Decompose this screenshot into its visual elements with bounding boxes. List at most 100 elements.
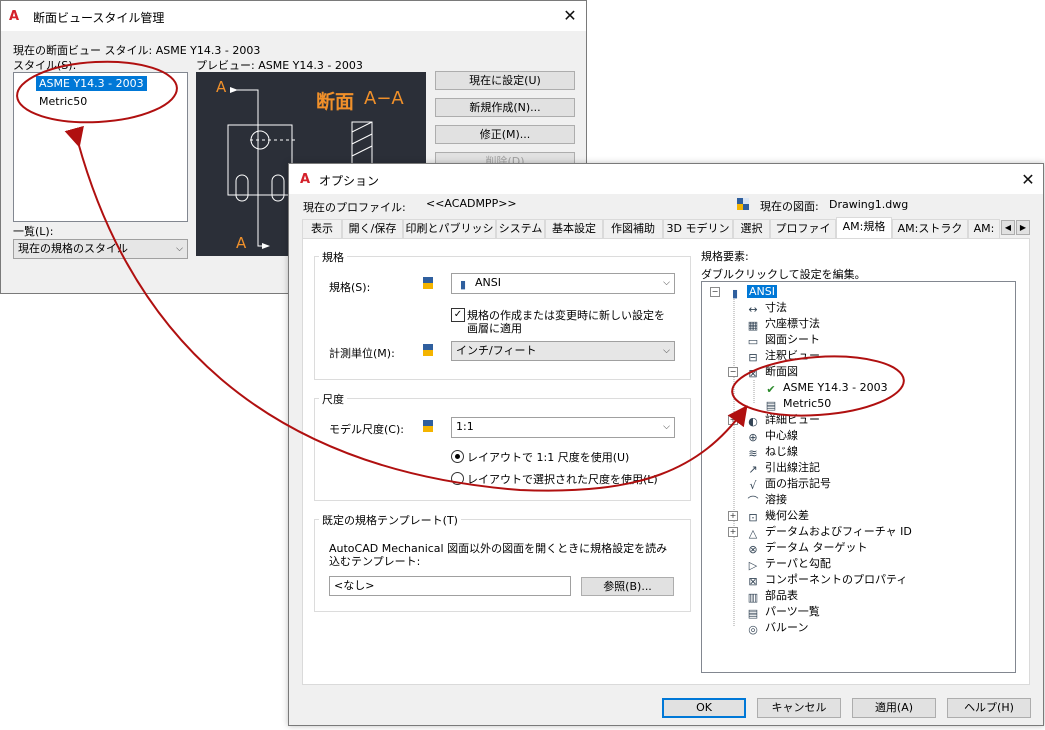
tab-drafting[interactable]: 作図補助 [603, 219, 663, 238]
autocad-logo-icon: A [300, 172, 311, 187]
options-dialog-titlebar: A オプション ✕ [289, 164, 1043, 194]
tree-item[interactable]: √ 面の指示記号 [746, 476, 831, 492]
tab-plot-publish[interactable]: 印刷とパブリッシュ [403, 219, 496, 252]
radio-layout-1to1[interactable] [451, 450, 464, 463]
cancel-button[interactable]: キャンセル [757, 698, 841, 718]
tab-selection[interactable]: 選択 [733, 219, 770, 238]
tree-item-label: 溶接 [765, 493, 787, 506]
tab-am-structure[interactable]: AM:ストラクチャ [892, 219, 968, 252]
annotation-view-icon: ⊟ [748, 351, 758, 364]
tree-item-label: 部品表 [765, 589, 798, 602]
tree-item[interactable]: ▥ 部品表 [746, 588, 798, 604]
list-filter-label: 一覧(L): [13, 225, 54, 238]
radio-layout-selected[interactable] [451, 472, 464, 485]
tree-item[interactable]: ◐ 詳細ビュー [746, 412, 820, 428]
tree-item[interactable]: ✔ ASME Y14.3 - 2003 [764, 380, 887, 396]
radio-layout-1to1-label: レイアウトで 1:1 尺度を使用(U) [467, 451, 630, 464]
drawing-label: 現在の図面: [760, 200, 819, 213]
units-combo[interactable]: インチ/フィート ⌵ [451, 341, 675, 361]
new-style-button[interactable]: 新規作成(N)... [435, 98, 575, 117]
tab-scroll-right-button[interactable]: ▶ [1016, 220, 1030, 235]
tab-system[interactable]: システム [496, 219, 545, 238]
drawing-sheet-icon: ▭ [747, 335, 759, 348]
tree-expand-icon[interactable]: + [728, 511, 738, 521]
tree-item[interactable]: ▭ 図面シート [746, 332, 820, 348]
balloon-icon: ◎ [748, 623, 758, 636]
scale-settings-icon [423, 420, 433, 432]
tree-item[interactable]: ↔ 寸法 [746, 300, 787, 316]
parts-list-icon: ▤ [747, 607, 759, 620]
dimension-icon: ↔ [748, 303, 758, 316]
browse-button[interactable]: 参照(B)... [581, 577, 674, 596]
styles-listbox[interactable]: ASME Y14.3 - 2003 Metric50 [13, 72, 188, 222]
tree-item[interactable]: ⊠ コンポーネントのプロパティ [746, 572, 907, 588]
tab-display[interactable]: 表示 [302, 219, 342, 238]
tab-user-preferences[interactable]: 基本設定 [545, 219, 603, 238]
standard-elements-tree[interactable]: − ▮ ANSI ↔ 寸法 ▦ 穴座標寸法 ▭ 図面シート ⊟ 注釈ビュー − ⊠ 断面図 ✔ ASME Y1… [701, 281, 1016, 673]
tree-item-label: 引出線注記 [765, 461, 820, 474]
close-icon[interactable]: ✕ [562, 8, 578, 24]
tree-item[interactable]: ▦ 穴座標寸法 [746, 316, 820, 332]
tree-item[interactable]: ▤ Metric50 [764, 396, 831, 412]
tree-item-label: 注釈ビュー [765, 349, 820, 362]
list-filter-combo[interactable]: 現在の規格のスタイル ⌵ [13, 239, 188, 259]
leader-note-icon: ↗ [748, 463, 758, 476]
tree-item[interactable]: ▤ パーツ一覧 [746, 604, 820, 620]
autocad-logo-icon: A [9, 9, 20, 24]
standard-combo[interactable]: ▮ ANSI ⌵ [451, 273, 675, 294]
standard-label: 規格(S): [329, 281, 371, 294]
section-view-icon: ⊠ [748, 367, 758, 380]
set-current-button[interactable]: 現在に設定(U) [435, 71, 575, 90]
tree-item[interactable]: ↗ 引出線注記 [746, 460, 820, 476]
apply-layers-checkbox[interactable]: ✓ [451, 308, 465, 322]
tree-item[interactable]: ◎ バルーン [746, 620, 808, 636]
tree-item-label: バルーン [765, 621, 809, 634]
style-item-metric50[interactable]: Metric50 [39, 94, 87, 109]
ok-button[interactable]: OK [662, 698, 746, 718]
tree-item-label: データム ターゲット [765, 541, 868, 554]
style-item-asme[interactable]: ASME Y14.3 - 2003 [36, 76, 147, 91]
tree-collapse-icon[interactable]: − [728, 367, 738, 377]
tree-item[interactable]: ⊟ 注釈ビュー [746, 348, 820, 364]
tree-item[interactable]: ▷ テーパと勾配 [746, 556, 831, 572]
styles-label: スタイル(S): [13, 59, 77, 72]
current-style-label: 現在の断面ビュー スタイル: ASME Y14.3 - 2003 [13, 44, 261, 57]
tree-item[interactable]: ⊗ データム ターゲット [746, 540, 868, 556]
tree-item-label: 中心線 [765, 429, 798, 442]
tree-item[interactable]: ⌒ 溶接 [746, 492, 788, 508]
tab-am-more[interactable]: AM:图 [968, 219, 1000, 238]
tab-am-standards[interactable]: AM:規格 [836, 217, 892, 239]
tree-item[interactable]: ▮ ANSI [728, 284, 777, 300]
tree-item[interactable]: ⊕ 中心線 [746, 428, 798, 444]
tree-collapse-icon[interactable]: − [710, 287, 720, 297]
tree-item[interactable]: ≋ ねじ線 [746, 444, 798, 460]
tree-expand-icon[interactable]: + [728, 415, 738, 425]
model-scale-combo[interactable]: 1:1 ⌵ [451, 417, 675, 438]
tree-item[interactable]: △ データムおよびフィーチャ ID [746, 524, 912, 540]
template-path-field[interactable]: <なし> [329, 576, 571, 596]
tree-expand-icon[interactable]: + [728, 527, 738, 537]
help-button[interactable]: ヘルプ(H) [947, 698, 1031, 718]
standard-group-title: 規格 [319, 249, 347, 265]
modify-style-button[interactable]: 修正(M)... [435, 125, 575, 144]
tree-item-label: 寸法 [765, 301, 787, 314]
close-icon[interactable]: ✕ [1020, 172, 1036, 188]
drawing-value: Drawing1.dwg [829, 198, 909, 211]
tab-scroll-left-button[interactable]: ◀ [1001, 220, 1015, 235]
tree-item-label: 詳細ビュー [765, 413, 820, 426]
tab-3d-modeling[interactable]: 3D モデリング [663, 219, 733, 252]
standard-icon: ▮ [459, 278, 467, 291]
standard-settings-icon [423, 277, 433, 289]
datum-feature-icon: △ [748, 527, 758, 540]
tab-open-save[interactable]: 開く/保存 [342, 219, 403, 238]
tree-item-label: 断面図 [765, 365, 798, 378]
tree-item-label: ANSI [747, 285, 777, 298]
options-dialog-title: オプション [319, 174, 380, 188]
tree-item[interactable]: ⊡ 幾何公差 [746, 508, 809, 524]
tree-item[interactable]: ⊠ 断面図 [746, 364, 798, 380]
elements-hint: ダブルクリックして設定を編集。 [701, 268, 866, 281]
weld-icon: ⌒ [747, 495, 759, 508]
tab-profiles[interactable]: プロファイル [770, 219, 836, 252]
apply-button[interactable]: 適用(A) [852, 698, 936, 718]
tree-item-label: 穴座標寸法 [765, 317, 820, 330]
